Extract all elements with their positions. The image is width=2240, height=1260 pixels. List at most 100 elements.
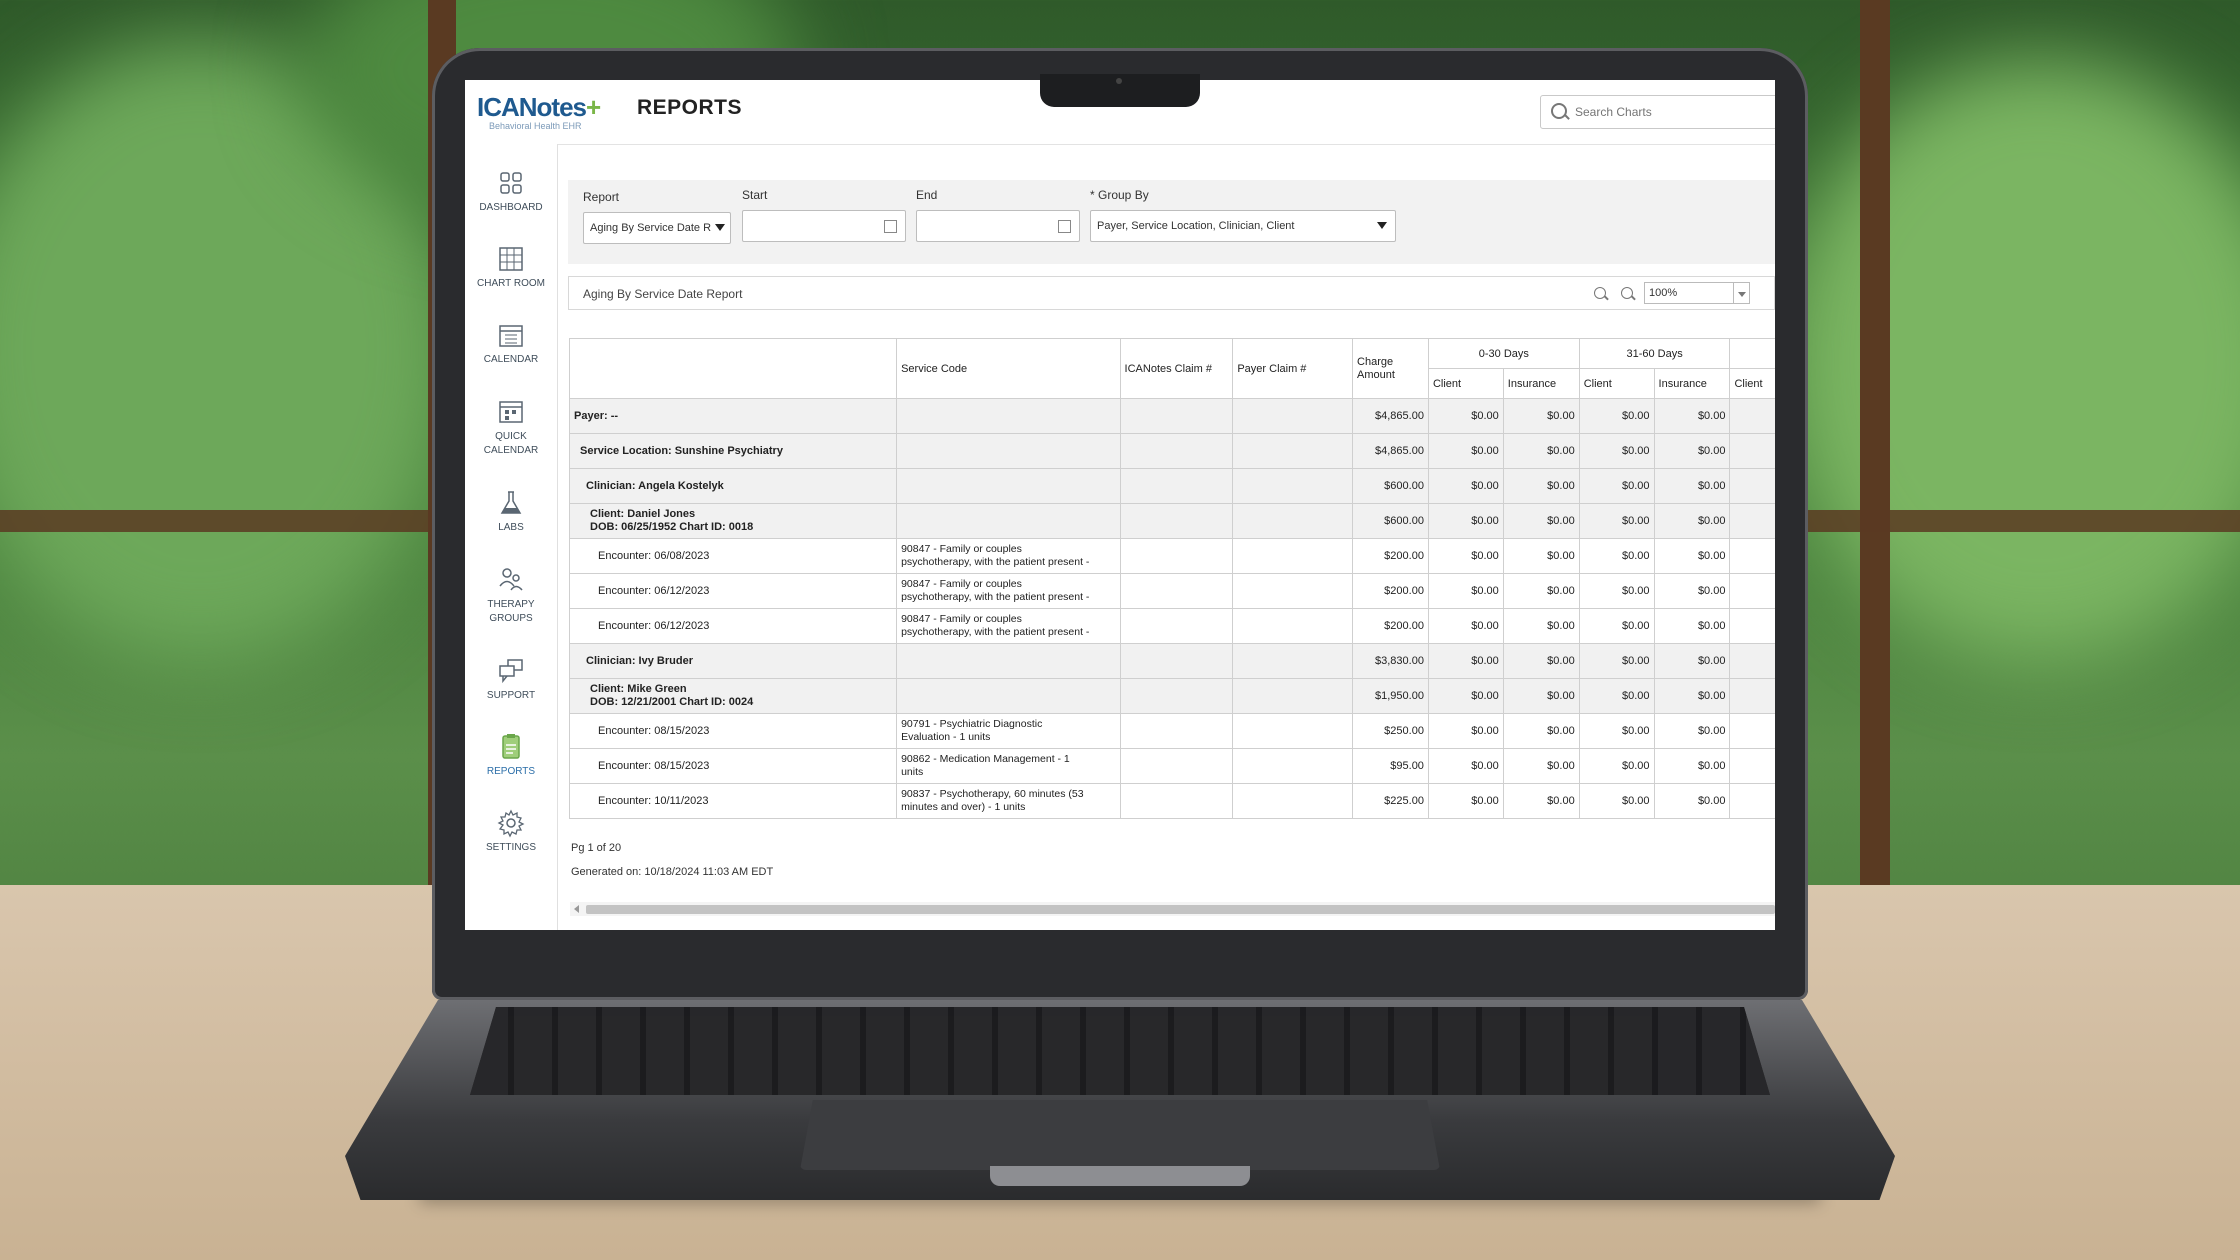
calendar-icon (499, 325, 523, 347)
flask-icon (500, 491, 522, 514)
payer-claim-cell (1232, 783, 1354, 819)
service-code-text: Evaluation - 1 units (901, 731, 991, 743)
report-toolbar: Aging By Service Date Report 100% (568, 276, 1775, 310)
icanotes-claim-cell (1119, 713, 1234, 749)
payer-claim-cell (1232, 398, 1354, 434)
icanotes-claim-cell (1119, 433, 1234, 469)
insurance-0-30-cell: $0.00 (1502, 643, 1580, 679)
search-box[interactable] (1540, 95, 1775, 129)
row-label-text: Encounter: 08/15/2023 (598, 724, 710, 737)
group-by-select[interactable]: Payer, Service Location, Clinician, Clie… (1090, 210, 1396, 242)
insurance-0-30-cell: $0.00 (1502, 678, 1580, 714)
client-0-30-cell: $0.00 (1427, 538, 1504, 574)
payer-claim-cell (1232, 503, 1354, 539)
zoom-in-icon[interactable] (1621, 287, 1633, 299)
start-date-field[interactable] (742, 210, 906, 242)
payer-claim-cell (1232, 433, 1354, 469)
insurance-0-30-cell: $0.00 (1502, 468, 1580, 504)
icanotes-claim-cell (1119, 468, 1234, 504)
sidebar-item-chart-room[interactable]: CHART ROOM (465, 244, 557, 289)
client-next-cell (1729, 643, 1775, 679)
sidebar-item-label: CALENDAR (483, 354, 539, 365)
insurance-0-30-cell: $0.00 (1502, 538, 1580, 574)
sidebar-item-label: QUICK CALENDAR (483, 431, 539, 456)
table-row: Service Location: Sunshine Psychiatry $4,… (568, 433, 1775, 469)
service-code-text: psychotherapy, with the patient present … (901, 556, 1090, 568)
insurance-31-60-cell: $0.00 (1653, 538, 1731, 574)
search-input[interactable] (1573, 101, 1775, 123)
service-code-cell: 90862 - Medication Management - 1 units (896, 748, 1121, 784)
charge-amount-cell: $3,830.00 (1352, 643, 1429, 679)
table-row: Encounter: 06/12/2023 90847 - Family or c… (568, 573, 1775, 609)
payer-claim-cell (1232, 748, 1354, 784)
row-label-text: Service Location: Sunshine Psychiatry (580, 444, 783, 457)
icanotes-claim-cell (1119, 748, 1234, 784)
icanotes-claim-header: ICANotes Claim # (1119, 338, 1234, 399)
client-31-60-cell: $0.00 (1578, 643, 1655, 679)
service-code-cell (896, 433, 1121, 469)
client-next-cell (1729, 783, 1775, 819)
table-row: Clinician: Angela Kostelyk $600.00 $0.00 $0… (568, 468, 1775, 504)
payer-claim-cell (1232, 643, 1354, 679)
scroll-left-icon[interactable] (574, 905, 579, 913)
sidebar-item-settings[interactable]: SETTINGS (465, 808, 557, 853)
insurance-31-60-cell: $0.00 (1653, 643, 1731, 679)
end-label: End (916, 188, 938, 202)
client-0-30-cell: $0.00 (1427, 678, 1504, 714)
client-0-30-cell: $0.00 (1427, 573, 1504, 609)
client-0-30-cell: $0.00 (1427, 433, 1504, 469)
row-label: Client: Daniel Jones DOB: 06/25/1952 Char… (568, 503, 898, 539)
group-by-label: * Group By (1090, 188, 1149, 202)
sidebar-item-labs[interactable]: LABS (465, 488, 557, 533)
client-header: Client (1578, 368, 1655, 399)
client-0-30-cell: $0.00 (1427, 643, 1504, 679)
sidebar-item-dashboard[interactable]: DASHBOARD (465, 168, 557, 213)
service-code-text: 90837 - Psychotherapy, 60 minutes (53 (901, 788, 1084, 800)
payer-claim-cell (1232, 538, 1354, 574)
screen: ICANotes+ Behavioral Health EHR REPORTS … (465, 80, 1775, 930)
client-0-30-cell: $0.00 (1427, 713, 1504, 749)
icanotes-claim-cell (1119, 643, 1234, 679)
end-date-field[interactable] (916, 210, 1080, 242)
icanotes-claim-cell (1119, 783, 1234, 819)
sidebar-item-therapy-groups[interactable]: THERAPY GROUPS (465, 564, 557, 626)
calendar-icon[interactable] (884, 220, 897, 233)
logo[interactable]: ICANotes+ Behavioral Health EHR (477, 92, 601, 131)
zoom-level-input[interactable]: 100% (1644, 282, 1734, 304)
label-header (568, 338, 898, 399)
insurance-31-60-cell: $0.00 (1653, 748, 1731, 784)
row-label-text: Encounter: 06/12/2023 (598, 584, 710, 597)
sidebar-item-label: DASHBOARD (479, 202, 543, 213)
calendar-icon[interactable] (1058, 220, 1071, 233)
client-31-60-cell: $0.00 (1578, 678, 1655, 714)
insurance-0-30-cell: $0.00 (1502, 398, 1580, 434)
client-31-60-cell: $0.00 (1578, 608, 1655, 644)
sidebar-item-support[interactable]: SUPPORT (465, 656, 557, 701)
sidebar-item-quick-calendar[interactable]: QUICK CALENDAR (465, 396, 557, 458)
client-31-60-cell: $0.00 (1578, 748, 1655, 784)
row-label: Encounter: 10/11/2023 (568, 783, 898, 819)
client-next-cell (1729, 538, 1775, 574)
row-label-text: Clinician: Ivy Bruder (586, 654, 693, 667)
zoom-dropdown[interactable] (1734, 282, 1750, 304)
sidebar-item-calendar[interactable]: CALENDAR (465, 320, 557, 365)
charge-amount-cell: $4,865.00 (1352, 398, 1429, 434)
sidebar-item-label: REPORTS (486, 766, 536, 777)
horizontal-scrollbar[interactable] (570, 902, 1775, 916)
sidebar-item-reports[interactable]: REPORTS (465, 732, 557, 777)
insurance-31-60-cell: $0.00 (1653, 503, 1731, 539)
insurance-header: Insurance (1653, 368, 1731, 399)
client-31-60-cell: $0.00 (1578, 713, 1655, 749)
camera-icon (1116, 78, 1122, 84)
payer-claim-cell (1232, 678, 1354, 714)
report-select[interactable]: Aging By Service Date R (583, 212, 731, 244)
charge-amount-cell: $600.00 (1352, 503, 1429, 539)
payer-claim-cell (1232, 713, 1354, 749)
insurance-31-60-cell: $0.00 (1653, 608, 1731, 644)
scrollbar-thumb[interactable] (586, 905, 1775, 914)
insurance-31-60-cell: $0.00 (1653, 398, 1731, 434)
zoom-out-icon[interactable] (1594, 287, 1606, 299)
service-code-cell: 90847 - Family or couples psychotherapy, … (896, 573, 1121, 609)
client-next-cell (1729, 503, 1775, 539)
insurance-31-60-cell: $0.00 (1653, 678, 1731, 714)
